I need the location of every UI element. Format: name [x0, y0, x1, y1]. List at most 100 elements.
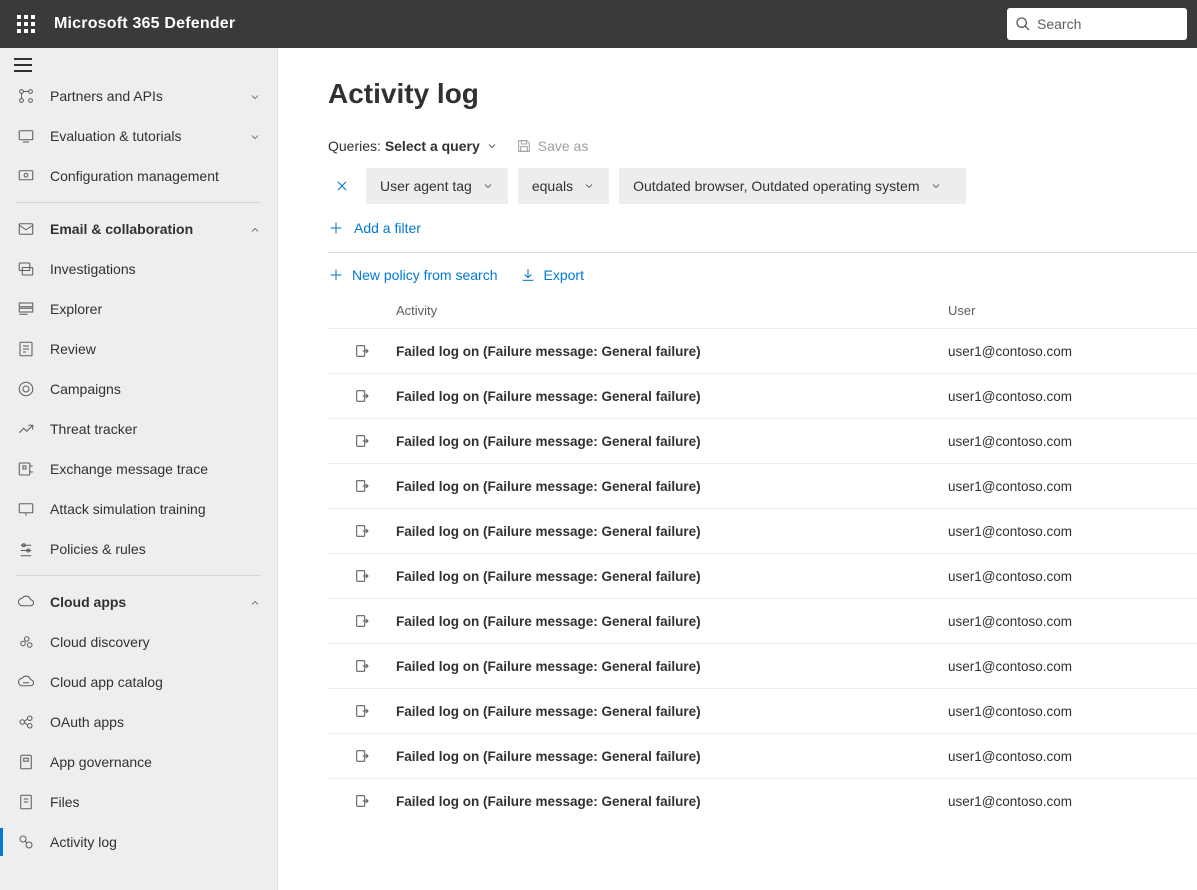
clear-filter-button[interactable]: [328, 172, 356, 200]
table-row[interactable]: Failed log on (Failure message: General …: [328, 373, 1197, 418]
sidebar-item-cloud-discovery[interactable]: Cloud discovery: [0, 622, 277, 662]
sidebar-item-app-governance[interactable]: App governance: [0, 742, 277, 782]
table-row[interactable]: Failed log on (Failure message: General …: [328, 328, 1197, 373]
sidebar-item-review[interactable]: Review: [0, 329, 277, 369]
sidebar-item-exchange-message-trace[interactable]: Exchange message trace: [0, 449, 277, 489]
nav-item-icon: [16, 219, 36, 239]
nav-item-icon: [16, 459, 36, 479]
activity-table: Activity User Failed log on (Failure mes…: [328, 297, 1197, 823]
table-row[interactable]: Failed log on (Failure message: General …: [328, 418, 1197, 463]
table-row[interactable]: Failed log on (Failure message: General …: [328, 733, 1197, 778]
plus-icon: [328, 267, 344, 283]
table-header: Activity User: [328, 297, 1197, 328]
export-label: Export: [544, 267, 584, 283]
add-filter-button[interactable]: Add a filter: [278, 204, 1197, 252]
queries-label: Queries:: [328, 138, 381, 154]
logon-fail-icon: [328, 613, 396, 629]
user-cell: user1@contoso.com: [948, 389, 1197, 404]
activity-cell: Failed log on (Failure message: General …: [396, 704, 948, 719]
col-header-user[interactable]: User: [948, 303, 1197, 318]
nav-item-label: Policies & rules: [50, 541, 261, 557]
table-row[interactable]: Failed log on (Failure message: General …: [328, 688, 1197, 733]
sidebar-item-threat-tracker[interactable]: Threat tracker: [0, 409, 277, 449]
nav-item-icon: [16, 539, 36, 559]
queries-row: Queries: Select a query Save as: [278, 134, 1197, 168]
nav-item-label: Campaigns: [50, 381, 261, 397]
nav-item-label: Threat tracker: [50, 421, 261, 437]
chevron-up-icon: [249, 596, 261, 608]
queries-dropdown[interactable]: Select a query: [385, 138, 498, 154]
user-cell: user1@contoso.com: [948, 614, 1197, 629]
nav-item-icon: [16, 672, 36, 692]
activity-cell: Failed log on (Failure message: General …: [396, 614, 948, 629]
activity-cell: Failed log on (Failure message: General …: [396, 794, 948, 809]
activity-cell: Failed log on (Failure message: General …: [396, 659, 948, 674]
filter-op-label: equals: [532, 178, 573, 194]
sidebar-item-policies-rules[interactable]: Policies & rules: [0, 529, 277, 569]
sidebar-item-activity-log[interactable]: Activity log: [0, 822, 277, 862]
nav-item-label: Cloud apps: [50, 594, 249, 610]
nav-item-icon: [16, 712, 36, 732]
chevron-down-icon: [930, 180, 942, 192]
nav-item-label: OAuth apps: [50, 714, 261, 730]
col-header-activity[interactable]: Activity: [328, 303, 948, 318]
filter-field-label: User agent tag: [380, 178, 472, 194]
activity-cell: Failed log on (Failure message: General …: [396, 344, 948, 359]
filter-field-dropdown[interactable]: User agent tag: [366, 168, 508, 204]
nav-item-icon: [16, 792, 36, 812]
logon-fail-icon: [328, 658, 396, 674]
nav-item-icon: [16, 592, 36, 612]
table-row[interactable]: Failed log on (Failure message: General …: [328, 643, 1197, 688]
filter-value-dropdown[interactable]: Outdated browser, Outdated operating sys…: [619, 168, 965, 204]
nav-item-label: Email & collaboration: [50, 221, 249, 237]
new-policy-button[interactable]: New policy from search: [328, 267, 498, 283]
activity-cell: Failed log on (Failure message: General …: [396, 569, 948, 584]
nav-item-label: Files: [50, 794, 261, 810]
sidebar-item-cloud-apps[interactable]: Cloud apps: [0, 582, 277, 622]
sidebar-item-oauth-apps[interactable]: OAuth apps: [0, 702, 277, 742]
activity-cell: Failed log on (Failure message: General …: [396, 524, 948, 539]
sidebar-item-explorer[interactable]: Explorer: [0, 289, 277, 329]
logon-fail-icon: [328, 478, 396, 494]
table-row[interactable]: Failed log on (Failure message: General …: [328, 508, 1197, 553]
nav-item-icon: [16, 499, 36, 519]
user-cell: user1@contoso.com: [948, 569, 1197, 584]
nav-item-label: Explorer: [50, 301, 261, 317]
activity-cell: Failed log on (Failure message: General …: [396, 389, 948, 404]
save-as-button: Save as: [516, 138, 589, 154]
sidebar-item-investigations[interactable]: Investigations: [0, 249, 277, 289]
nav-item-label: Cloud discovery: [50, 634, 261, 650]
table-row[interactable]: Failed log on (Failure message: General …: [328, 553, 1197, 598]
search-input-wrap[interactable]: [1007, 8, 1187, 40]
sidebar-item-configuration-management[interactable]: Configuration management: [0, 156, 277, 196]
nav-item-icon: [16, 86, 36, 106]
sidebar-item-files[interactable]: Files: [0, 782, 277, 822]
chevron-up-icon: [249, 223, 261, 235]
chevron-down-icon: [482, 180, 494, 192]
download-icon: [520, 267, 536, 283]
collapse-sidebar-button[interactable]: [0, 54, 277, 76]
table-row[interactable]: Failed log on (Failure message: General …: [328, 778, 1197, 823]
search-input[interactable]: [1037, 16, 1157, 32]
logon-fail-icon: [328, 433, 396, 449]
sidebar-item-partners-and-apis[interactable]: Partners and APIs: [0, 76, 277, 116]
user-cell: user1@contoso.com: [948, 794, 1197, 809]
nav-item-label: Evaluation & tutorials: [50, 128, 249, 144]
nav-item-icon: [16, 632, 36, 652]
sidebar-item-attack-simulation-training[interactable]: Attack simulation training: [0, 489, 277, 529]
activity-cell: Failed log on (Failure message: General …: [396, 479, 948, 494]
sidebar-item-evaluation-tutorials[interactable]: Evaluation & tutorials: [0, 116, 277, 156]
app-launcher-icon[interactable]: [10, 8, 42, 40]
filter-operator-dropdown[interactable]: equals: [518, 168, 609, 204]
table-row[interactable]: Failed log on (Failure message: General …: [328, 463, 1197, 508]
export-button[interactable]: Export: [520, 267, 584, 283]
sidebar-item-campaigns[interactable]: Campaigns: [0, 369, 277, 409]
table-row[interactable]: Failed log on (Failure message: General …: [328, 598, 1197, 643]
nav-item-icon: [16, 299, 36, 319]
sidebar-item-cloud-app-catalog[interactable]: Cloud app catalog: [0, 662, 277, 702]
nav-item-icon: [16, 126, 36, 146]
nav-item-icon: [16, 166, 36, 186]
user-cell: user1@contoso.com: [948, 434, 1197, 449]
sidebar-item-email-collaboration[interactable]: Email & collaboration: [0, 209, 277, 249]
nav-item-icon: [16, 339, 36, 359]
